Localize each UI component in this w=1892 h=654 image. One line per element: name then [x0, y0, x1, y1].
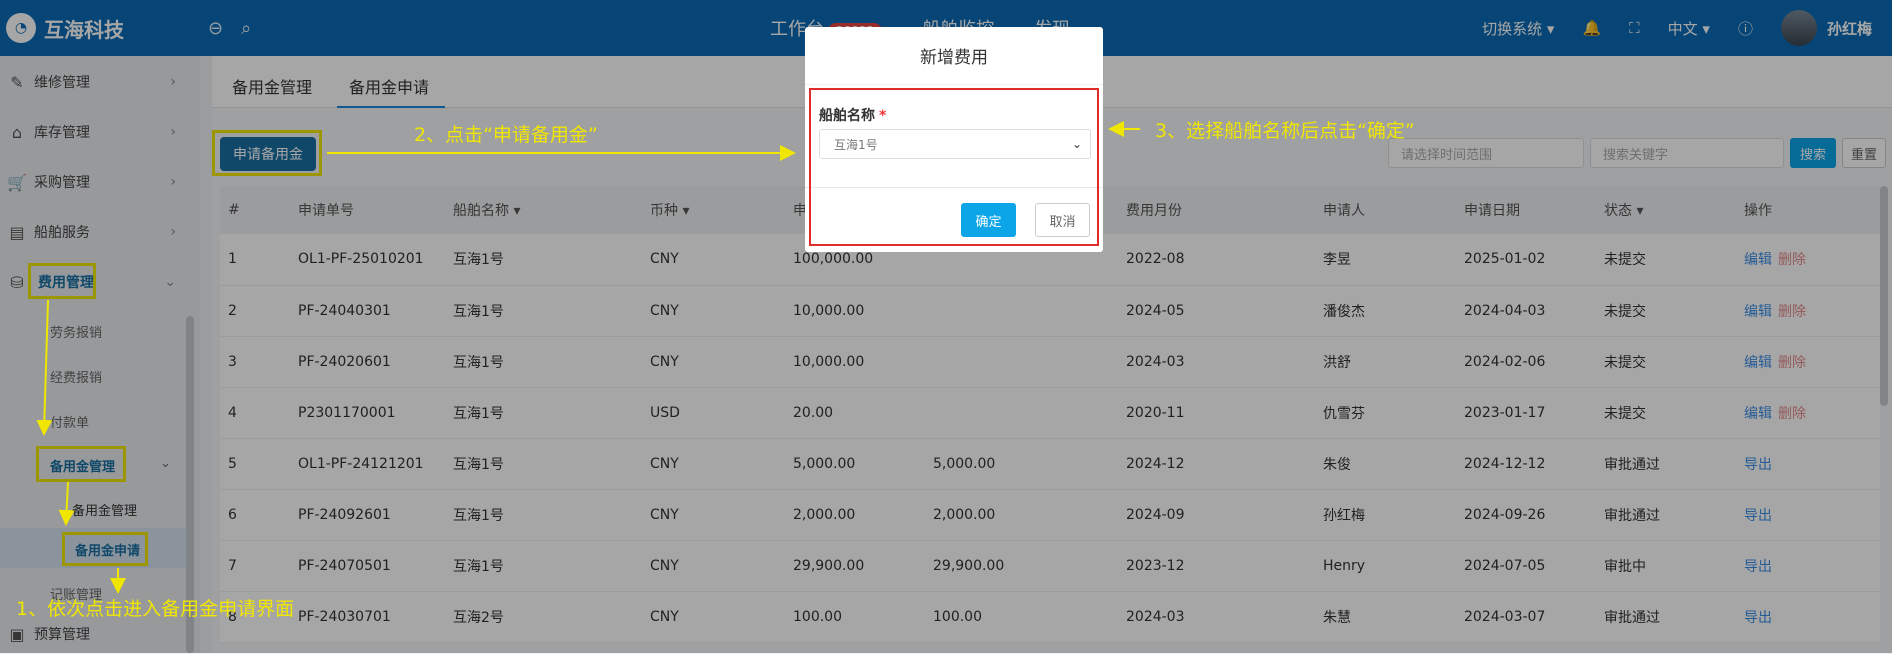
arrow-step1b [58, 481, 75, 526]
arrow-step1a [36, 299, 53, 436]
annotation-step3: 3、选择船舶名称后点击“确定” [1155, 120, 1415, 142]
annotation-step2: 2、点击“申请备用金” [414, 124, 598, 146]
annotation-step1: 1、依次点击进入备用金申请界面 [16, 598, 295, 620]
annotation-arrows [36, 121, 1140, 594]
